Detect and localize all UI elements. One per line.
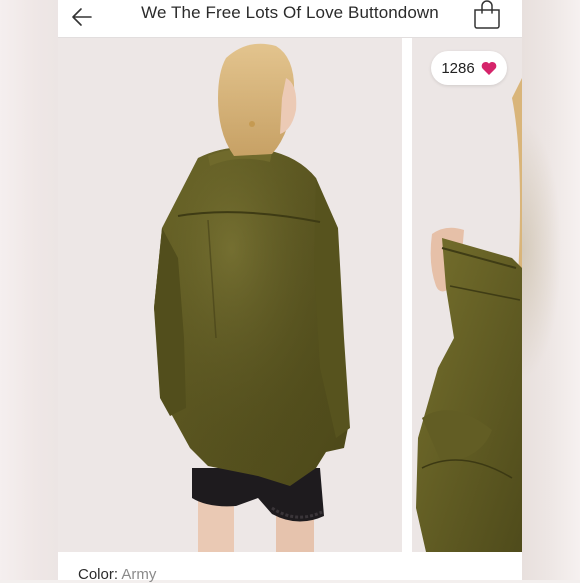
product-photo-main[interactable] <box>58 38 402 552</box>
photo-gallery[interactable]: 1286 <box>58 38 522 552</box>
likes-count: 1286 <box>441 59 475 77</box>
shopping-bag-icon <box>474 0 500 29</box>
color-value: Army <box>121 566 157 583</box>
product-photo-detail[interactable] <box>412 38 522 552</box>
page-title: We The Free Lots Of Love Buttondown <box>141 3 439 22</box>
left-blur-gutter <box>0 0 58 580</box>
likes-button[interactable]: 1286 <box>431 51 507 85</box>
right-blur-gutter <box>522 0 580 580</box>
color-row: Color: Army <box>78 566 156 583</box>
heart-icon <box>481 61 497 75</box>
top-bar: We The Free Lots Of Love Buttondown <box>58 0 522 38</box>
model-back-view-image <box>58 38 402 552</box>
listing-screen: We The Free Lots Of Love Buttondown 1286… <box>58 0 522 583</box>
cart-button[interactable] <box>472 0 502 30</box>
color-label: Color: <box>78 566 119 583</box>
sleeve-detail-image <box>412 38 522 552</box>
product-details: Color: Army <box>58 552 522 583</box>
